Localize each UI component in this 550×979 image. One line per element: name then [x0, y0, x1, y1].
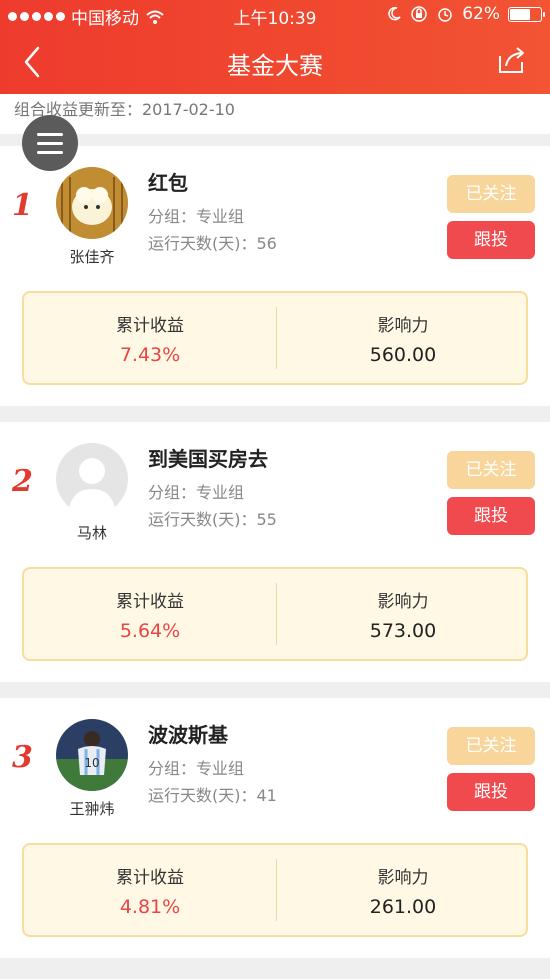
- follow-invest-button[interactable]: 跟投: [447, 773, 535, 811]
- followed-button[interactable]: 已关注: [447, 727, 535, 765]
- ranking-card: 2 马林 到美国买房去 分组：专业组 运行天数(天)：55 已关注 跟投 累计收…: [0, 422, 550, 682]
- top-bar: 中国移动 上午10:39 62% 基金大赛: [0, 0, 550, 94]
- user-name: 王翀炜: [69, 800, 115, 818]
- return-stat: 累计收益 5.64%: [24, 587, 276, 642]
- rank-number: 2: [12, 464, 33, 499]
- status-bar: 中国移动 上午10:39 62%: [0, 0, 550, 30]
- running-days: 运行天数(天)：41: [148, 786, 277, 805]
- return-value: 5.64%: [119, 620, 181, 642]
- influence-stat: 影响力 261.00: [277, 863, 529, 918]
- portfolio-name[interactable]: 波波斯基: [148, 719, 228, 748]
- influence-label: 影响力: [377, 592, 429, 612]
- group-label: 分组：专业组: [148, 483, 245, 502]
- rank-number: 1: [12, 188, 33, 223]
- return-stat: 累计收益 4.81%: [24, 863, 276, 918]
- ranking-card: 1 张佳齐 红包 分组：专业组 运行天数(天)：56 已关注 跟投 累计收益 7…: [0, 146, 550, 406]
- influence-value: 573.00: [369, 620, 437, 642]
- return-stat: 累计收益 7.43%: [24, 311, 276, 366]
- stats-panel: 累计收益 5.64% 影响力 573.00: [22, 567, 528, 661]
- influence-stat: 影响力 573.00: [277, 587, 529, 642]
- svg-text:10: 10: [84, 756, 99, 770]
- rank-number: 3: [12, 740, 33, 775]
- stats-panel: 累计收益 7.43% 影响力 560.00: [22, 291, 528, 385]
- battery-icon: [508, 6, 545, 22]
- avatar[interactable]: [56, 443, 128, 515]
- group-label: 分组：专业组: [148, 759, 245, 778]
- influence-value: 261.00: [369, 896, 437, 918]
- influence-value: 560.00: [369, 344, 437, 366]
- user-name: 马林: [76, 524, 107, 542]
- avatar[interactable]: [56, 167, 128, 239]
- orientation-lock-icon: [411, 6, 427, 22]
- user-name: 张佳齐: [69, 248, 115, 266]
- influence-label: 影响力: [377, 316, 429, 336]
- portfolio-name[interactable]: 红包: [148, 167, 188, 196]
- avatar[interactable]: 10: [56, 719, 128, 791]
- influence-label: 影响力: [377, 868, 429, 888]
- battery-percent: 62%: [462, 4, 500, 24]
- return-value: 4.81%: [119, 896, 181, 918]
- return-label: 累计收益: [116, 316, 184, 336]
- return-label: 累计收益: [116, 868, 184, 888]
- ranking-card: 3 10 王翀炜 波波斯基 分组：专业组 运行天数(天)：41 已关注 跟投 累…: [0, 698, 550, 958]
- followed-button[interactable]: 已关注: [447, 451, 535, 489]
- return-label: 累计收益: [116, 592, 184, 612]
- moon-icon: [388, 6, 401, 21]
- navigation-bar: 基金大赛: [0, 30, 550, 94]
- running-days: 运行天数(天)：56: [148, 234, 277, 253]
- stats-panel: 累计收益 4.81% 影响力 261.00: [22, 843, 528, 937]
- page-title: 基金大赛: [227, 52, 323, 80]
- follow-invest-button[interactable]: 跟投: [447, 221, 535, 259]
- followed-button[interactable]: 已关注: [447, 175, 535, 213]
- follow-invest-button[interactable]: 跟投: [447, 497, 535, 535]
- portfolio-name[interactable]: 到美国买房去: [148, 443, 268, 472]
- influence-stat: 影响力 560.00: [277, 311, 529, 366]
- return-value: 7.43%: [119, 344, 181, 366]
- alarm-icon: [438, 8, 452, 22]
- share-icon[interactable]: [496, 44, 528, 76]
- update-date-label: 组合收益更新至：2017-02-10: [0, 94, 550, 134]
- group-label: 分组：专业组: [148, 207, 245, 226]
- running-days: 运行天数(天)：55: [148, 510, 277, 529]
- hamburger-menu-icon[interactable]: [22, 115, 78, 171]
